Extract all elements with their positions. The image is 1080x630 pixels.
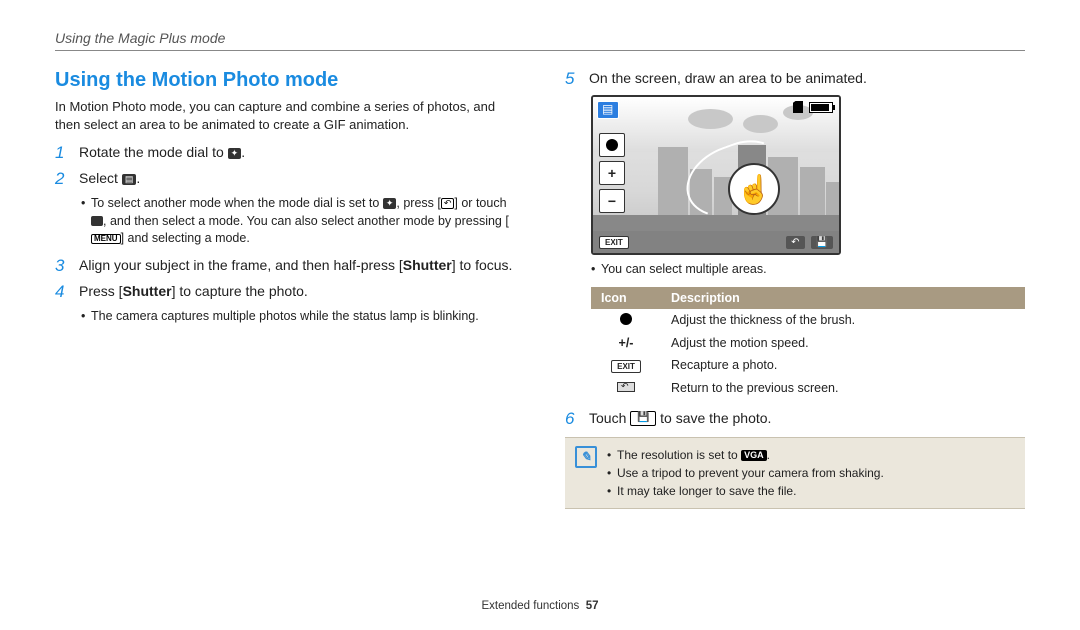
return-icon (617, 382, 635, 392)
s2a-m1: , press [ (396, 196, 440, 210)
th-icon: Icon (591, 287, 661, 309)
table-row: Return to the previous screen. (591, 377, 1025, 399)
s4-pre: Press [ (79, 283, 123, 299)
menu-button-icon: MENU (91, 234, 121, 244)
s2a-post: ] and selecting a mode. (121, 231, 250, 245)
left-column: Using the Motion Photo mode In Motion Ph… (55, 69, 515, 509)
battery-icon (809, 102, 833, 113)
step-number: 2 (55, 169, 69, 189)
step-number: 1 (55, 143, 69, 163)
mode-dial-icon: ✦ (228, 148, 242, 159)
brush-icon (620, 313, 632, 325)
back-button-icon: ↶ (441, 198, 455, 209)
speed-minus-button[interactable]: − (599, 189, 625, 213)
plus-minus-icon: +/- (619, 336, 634, 350)
breadcrumb: Using the Magic Plus mode (55, 30, 1025, 46)
step-1-text-pre: Rotate the mode dial to (79, 144, 228, 160)
step-number: 3 (55, 256, 69, 276)
n1-post: . (767, 448, 770, 462)
n1-pre: The resolution is set to (617, 448, 741, 462)
s3-pre: Align your subject in the frame, and the… (79, 257, 403, 273)
shutter-label: Shutter (403, 257, 452, 273)
table-row: +/- Adjust the motion speed. (591, 332, 1025, 354)
divider (55, 50, 1025, 51)
exit-icon: EXIT (611, 360, 641, 373)
sd-card-icon (793, 101, 803, 113)
step-6: 6 Touch 💾 to save the photo. (565, 409, 1025, 429)
row-desc: Adjust the motion speed. (661, 332, 1025, 354)
table-row: EXIT Recapture a photo. (591, 354, 1025, 377)
s5-sub-text: You can select multiple areas. (591, 261, 1025, 279)
row-desc: Adjust the thickness of the brush. (661, 309, 1025, 332)
section-heading: Using the Motion Photo mode (55, 69, 515, 92)
s2a-m2: ] or touch (454, 196, 506, 210)
step-5-sub: You can select multiple areas. (591, 261, 1025, 279)
right-column: 5 On the screen, draw an area to be anim… (565, 69, 1025, 509)
s4-sub-text: The camera captures multiple photos whil… (81, 308, 515, 326)
step-5: 5 On the screen, draw an area to be anim… (565, 69, 1025, 89)
step-1: 1 Rotate the mode dial to ✦. (55, 143, 515, 163)
save-icon: 💾 (630, 411, 656, 426)
step-2-sub: To select another mode when the mode dia… (81, 195, 515, 248)
note-icon: ✎ (575, 446, 597, 468)
save-button[interactable]: 💾 (811, 236, 833, 249)
note-3: It may take longer to save the file. (607, 482, 884, 500)
vga-icon: VGA (741, 450, 767, 461)
step-3: 3 Align your subject in the frame, and t… (55, 256, 515, 276)
s6-post: to save the photo. (660, 410, 771, 426)
table-row: Adjust the thickness of the brush. (591, 309, 1025, 332)
row-desc: Return to the previous screen. (661, 377, 1025, 399)
speed-plus-button[interactable]: + (599, 161, 625, 185)
page-number: 57 (586, 600, 599, 612)
exit-button[interactable]: EXIT (599, 236, 629, 249)
step-2-text-post: . (136, 170, 140, 186)
s4-post: ] to capture the photo. (172, 283, 308, 299)
intro-text: In Motion Photo mode, you can capture an… (55, 98, 515, 133)
s6-pre: Touch (589, 410, 630, 426)
step-4: 4 Press [Shutter] to capture the photo. (55, 282, 515, 302)
note-2: Use a tripod to prevent your camera from… (607, 464, 884, 482)
step-number: 4 (55, 282, 69, 302)
th-desc: Description (661, 287, 1025, 309)
touch-mode-icon (91, 216, 103, 226)
step-2-text-pre: Select (79, 170, 122, 186)
footer: Extended functions 57 (0, 600, 1080, 612)
s3-post: ] to focus. (452, 257, 513, 273)
s2a-m3: , and then select a mode. You can also s… (103, 214, 509, 228)
mode-indicator-icon (597, 101, 619, 119)
note-box: ✎ The resolution is set to VGA. Use a tr… (565, 437, 1025, 509)
footer-section: Extended functions (481, 600, 579, 612)
row-desc: Recapture a photo. (661, 354, 1025, 377)
touch-hand-icon (728, 163, 780, 215)
brush-thickness-button[interactable] (599, 133, 625, 157)
s5-text: On the screen, draw an area to be animat… (589, 69, 867, 89)
step-4-sub: The camera captures multiple photos whil… (81, 308, 515, 326)
s2a-pre: To select another mode when the mode dia… (91, 196, 383, 210)
step-number: 5 (565, 69, 579, 89)
motion-photo-icon: ▤ (122, 174, 137, 185)
camera-screen-preview: + − EXIT ↶ 💾 (591, 95, 841, 255)
mode-dial-icon: ✦ (383, 198, 397, 209)
step-number: 6 (565, 409, 579, 429)
step-2: 2 Select ▤. (55, 169, 515, 189)
undo-button[interactable]: ↶ (786, 236, 804, 249)
shutter-label: Shutter (123, 283, 172, 299)
step-1-text-post: . (241, 144, 245, 160)
icon-description-table: Icon Description Adjust the thickness of… (591, 287, 1025, 399)
